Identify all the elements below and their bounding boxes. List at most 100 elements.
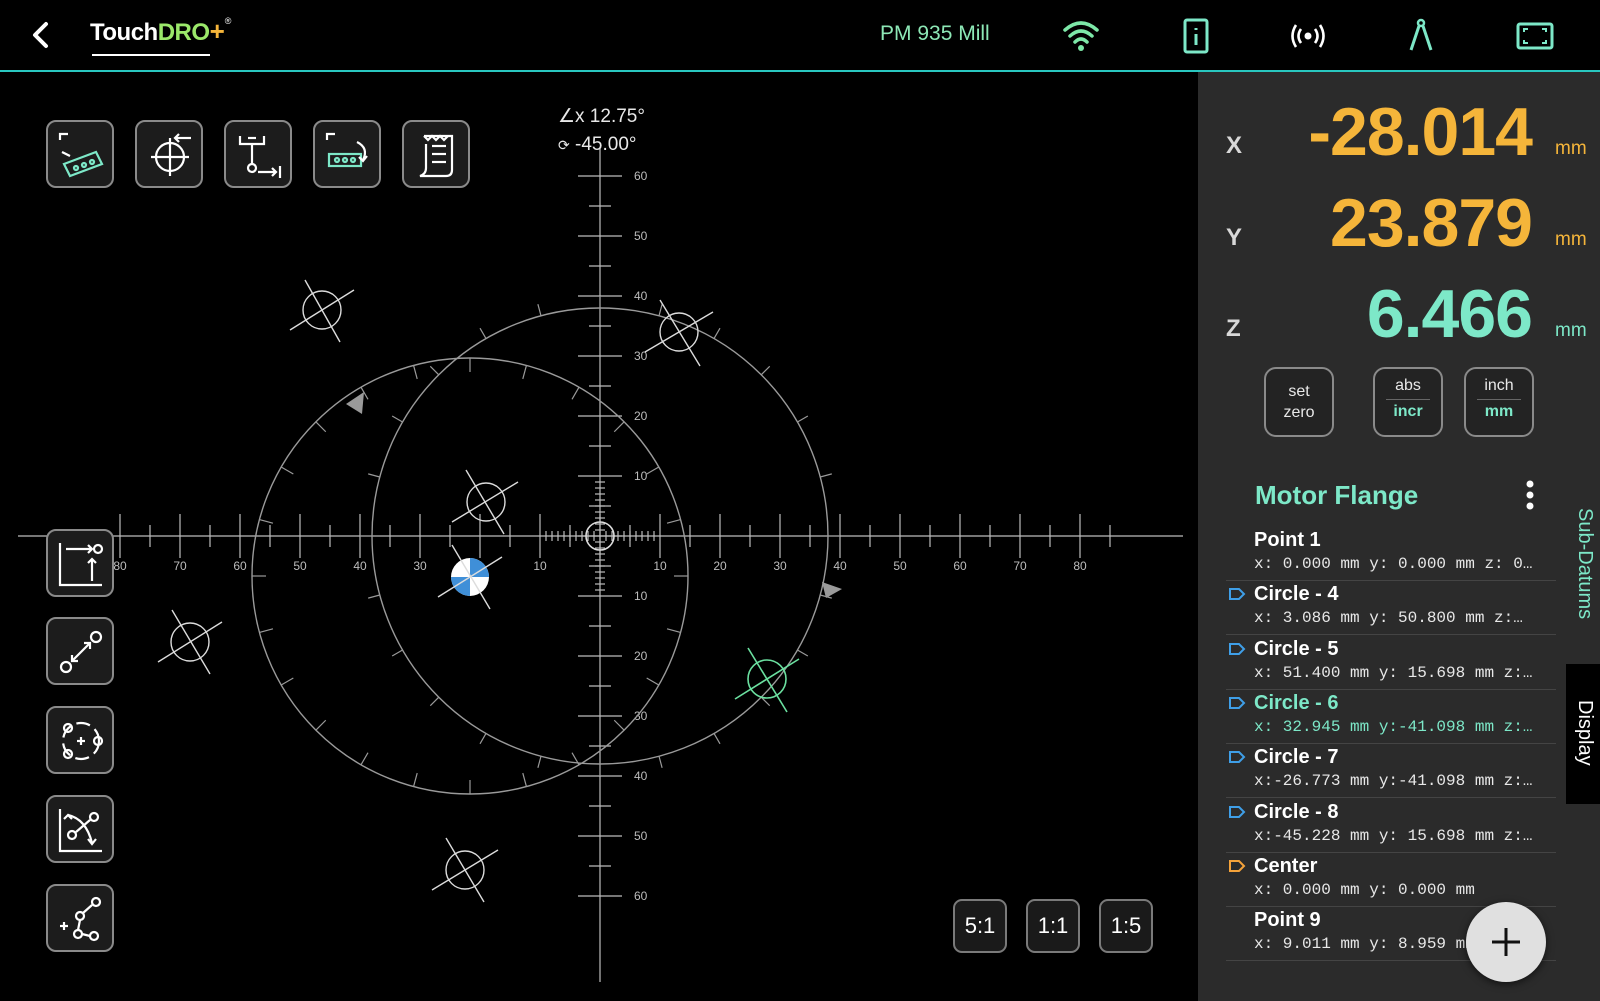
ring-tick [613, 719, 625, 731]
datum-tag-icon [1229, 751, 1246, 764]
compass-icon[interactable] [1399, 14, 1443, 58]
datum-name: Point 1 [1254, 529, 1321, 551]
datum-name: Circle - 6 [1254, 691, 1339, 714]
center-find-icon [151, 133, 191, 176]
distance-tool-button[interactable] [46, 617, 114, 685]
ring-tick [666, 628, 681, 634]
ring-tick [713, 327, 721, 339]
y-tick-label: 20 [634, 649, 648, 663]
datum-list-item[interactable]: Circle - 4 x: 3.086 mm y: 50.800 mm z:… [1226, 581, 1556, 636]
display-tab[interactable]: Display [1566, 664, 1600, 804]
datum-coords: x: 51.400 mm y: 15.698 mm z:… [1254, 663, 1533, 682]
datum-tag-icon [1229, 859, 1246, 872]
angle-readout: ∠x 12.75° [558, 106, 645, 127]
datum-coords: x: 3.086 mm y: 50.800 mm z:… [1254, 609, 1523, 628]
x-tick-label: 40 [833, 559, 847, 573]
x-axis-label: X [1226, 132, 1243, 159]
inch-mm-toggle[interactable]: inch mm [1464, 367, 1534, 437]
y-axis-unit: mm [1555, 229, 1587, 250]
datum-tag-icon [1229, 642, 1246, 655]
datum-list-item[interactable]: Point 1 x: 0.000 mm y: 0.000 mm z: 0… [1226, 527, 1556, 581]
x-tick-label: 60 [953, 559, 967, 573]
point-path-icon [60, 896, 102, 942]
datum-name: Point 9 [1254, 909, 1321, 932]
datum-list-item[interactable]: Circle - 8 x:-45.228 mm y: 15.698 mm z:… [1226, 799, 1556, 853]
drawing-canvas[interactable]: 80 70 60 50 40 30 10 10 20 30 40 50 60 70 80 605040302… [0, 72, 1198, 1001]
sub-datums-label: Sub-Datums [1574, 508, 1596, 620]
datum-list-item[interactable]: Circle - 6 x: 32.945 mm y:-41.098 mm z:… [1226, 690, 1556, 744]
ring-tick [666, 518, 681, 524]
abs-incr-toggle[interactable]: abs incr [1373, 367, 1443, 437]
x-tick-label: 20 [713, 559, 727, 573]
ring-tick [522, 772, 528, 787]
top-app-bar: TouchDRO+® PM 935 Mill [0, 0, 1600, 72]
ring-tick [368, 473, 380, 478]
back-arrow-icon[interactable] [26, 18, 56, 52]
datum-coords: x: 32.945 mm y:-41.098 mm z:… [1254, 717, 1533, 736]
bolt-circle-pattern-button[interactable] [46, 120, 114, 188]
x-tick-label: 70 [1013, 559, 1027, 573]
transform-button[interactable] [46, 795, 114, 863]
datum-list-item[interactable]: Center x: 0.000 mm y: 0.000 mm [1226, 853, 1556, 907]
inch-option: inch [1484, 377, 1514, 394]
bolt-circle-pattern-icon [58, 132, 104, 178]
ring-tick [522, 365, 528, 380]
y-axis-value[interactable]: 23.879 [1330, 184, 1533, 262]
hole-pattern-button[interactable] [313, 120, 381, 188]
datum-coords: x:-45.228 mm y: 15.698 mm z:… [1254, 826, 1533, 845]
sub-datums-tab[interactable]: Sub-Datums [1566, 508, 1600, 638]
scale-1-1-button[interactable]: 1:1 [1026, 899, 1080, 953]
add-datum-button[interactable] [1466, 902, 1546, 982]
datum-coords: x:-26.773 mm y:-41.098 mm z:… [1254, 772, 1533, 791]
point-path-button[interactable] [46, 884, 114, 952]
broadcast-icon[interactable] [1286, 14, 1330, 58]
datum-name: Center [1254, 854, 1318, 877]
y-tick-label: 60 [634, 169, 648, 183]
circle-center-button[interactable] [46, 706, 114, 774]
ring-tick [315, 421, 327, 433]
hole-marker[interactable] [451, 469, 519, 535]
fullscreen-icon[interactable] [1513, 14, 1557, 58]
z-axis-value[interactable]: 6.466 [1367, 275, 1533, 353]
ring-tick [479, 733, 487, 745]
datum-list-item[interactable]: Circle - 7 x:-26.773 mm y:-41.098 mm z:… [1226, 744, 1556, 799]
abs-option: abs [1395, 377, 1421, 394]
hole-pattern-icon [325, 132, 368, 168]
ring-tick [760, 365, 771, 376]
ring-tick [315, 719, 327, 731]
hole-marker[interactable] [289, 279, 355, 343]
ring-tick [412, 365, 418, 380]
transform-icon [58, 809, 102, 853]
center-find-button[interactable] [135, 120, 203, 188]
ring-tick [429, 696, 440, 707]
ring-tick [479, 327, 487, 339]
scale-1-5-button[interactable]: 1:5 [1099, 899, 1153, 953]
edge-find-button[interactable] [224, 120, 292, 188]
set-zero-button[interactable]: set zero [1264, 367, 1334, 437]
notes-button[interactable] [402, 120, 470, 188]
ring-tick [713, 733, 721, 745]
ring-tick [658, 304, 663, 316]
device-info-icon[interactable] [1174, 14, 1218, 58]
wifi-icon[interactable] [1059, 14, 1103, 58]
ring-tick [391, 415, 403, 423]
y-tick-label: 50 [634, 229, 648, 243]
current-position-marker [437, 544, 503, 610]
datum-name: Circle - 4 [1254, 583, 1339, 606]
datum-list-item[interactable]: Circle - 5 x: 51.400 mm y: 15.698 mm z:… [1226, 636, 1556, 690]
machine-name: PM 935 Mill [880, 22, 990, 45]
ring-tick [820, 473, 832, 478]
datum-coords: x: 0.000 mm y: 0.000 mm [1254, 880, 1475, 899]
datum-tag-icon [1229, 805, 1246, 818]
x-axis-value[interactable]: -28.014 [1308, 93, 1533, 171]
hole-marker[interactable] [431, 837, 499, 903]
x-tick-label: 50 [293, 559, 307, 573]
toggle-divider [1477, 399, 1521, 400]
move-datum-button[interactable] [46, 529, 114, 597]
hole-marker[interactable] [157, 609, 223, 675]
ring-tick [797, 415, 809, 423]
edge-find-icon [238, 136, 282, 178]
mm-option: mm [1484, 403, 1514, 420]
scale-5-1-button[interactable]: 5:1 [953, 899, 1007, 953]
more-options-icon[interactable] [1520, 478, 1540, 512]
